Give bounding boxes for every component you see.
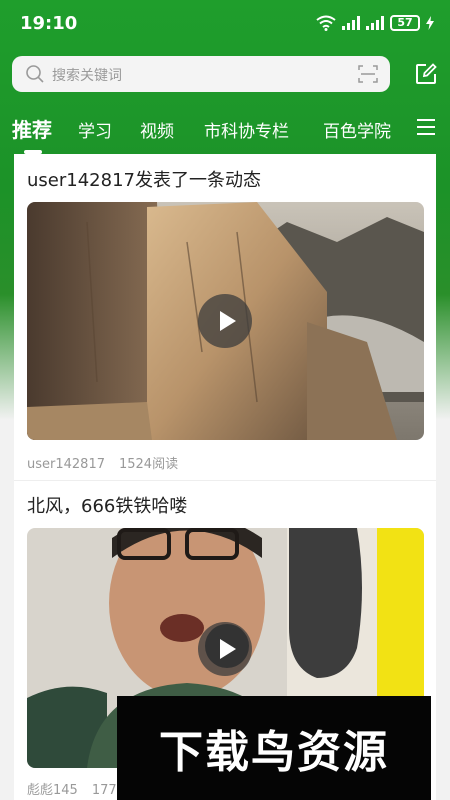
search-input[interactable]: 搜索关键词 [12,56,390,92]
wifi-icon [316,15,336,31]
tab-baise-university[interactable]: 百色学院 [323,117,391,142]
tab-city-sci-column[interactable]: 市科协专栏 [204,117,289,142]
post-author-2[interactable]: 彪彪145 [27,783,78,798]
status-bar: 19:10 57 [0,0,450,50]
post-author[interactable]: user142817 [27,457,105,472]
post-divider [14,480,436,481]
search-placeholder: 搜索关键词 [52,68,122,84]
search-icon [26,65,44,83]
watermark-logo: 下载鸟资源 [117,696,431,800]
play-icon-2[interactable] [198,622,252,676]
tab-video[interactable]: 视频 [140,117,174,142]
status-icons: 57 [316,15,434,31]
category-tabs: 推荐 学习 视频 市科协专栏 百色学院 [0,110,450,154]
signal-icon [342,16,360,30]
status-time: 19:10 [20,13,78,34]
battery-icon: 57 [390,15,420,31]
tab-recommend[interactable]: 推荐 [12,114,52,143]
scan-icon[interactable] [358,65,378,83]
play-icon[interactable] [198,294,252,348]
post-title-2[interactable]: 北风，666铁铁哈喽 [27,492,187,518]
signal-icon-2 [366,16,384,30]
charging-icon [426,16,434,30]
post-title[interactable]: user142817发表了一条动态 [27,166,261,192]
tab-study[interactable]: 学习 [78,117,112,142]
edit-icon[interactable] [414,62,438,86]
post-read-count: 1524阅读 [118,457,179,472]
menu-icon[interactable] [417,119,435,135]
post-video-thumbnail[interactable] [27,202,424,440]
post-meta: user142817 1524阅读 [27,453,192,472]
